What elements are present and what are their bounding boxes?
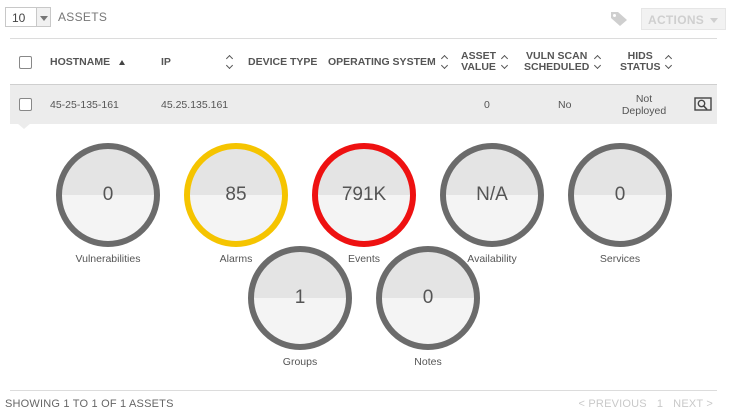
hids-line2: Deployed bbox=[621, 104, 667, 117]
assets-label: ASSETS bbox=[58, 10, 108, 24]
stat-value: 0 bbox=[102, 184, 114, 205]
current-page-number[interactable]: 1 bbox=[657, 398, 663, 410]
sort-icon[interactable] bbox=[500, 54, 509, 70]
chevron-down-icon bbox=[710, 18, 718, 23]
stat-ring: N/A bbox=[440, 143, 544, 247]
actions-label: ACTIONS bbox=[648, 13, 705, 27]
row-expand-pointer bbox=[17, 123, 31, 129]
col-os-label: OPERATING SYSTEM bbox=[328, 55, 436, 68]
toolbar: 10 ASSETS ACTIONS bbox=[0, 0, 731, 38]
select-all-checkbox[interactable] bbox=[19, 55, 32, 69]
page-size-value: 10 bbox=[12, 11, 26, 25]
col-hids-status[interactable]: HIDS STATUS bbox=[620, 39, 673, 85]
cell-hids-status: Not Deployed bbox=[616, 85, 672, 124]
next-page-link[interactable]: NEXT > bbox=[673, 398, 713, 410]
cell-asset-value: 0 bbox=[484, 98, 490, 111]
col-hids-line2: STATUS bbox=[620, 61, 661, 73]
stat-label: Groups bbox=[282, 356, 318, 368]
col-device-type[interactable]: DEVICE TYPE bbox=[248, 39, 317, 85]
stat-value: 1 bbox=[294, 287, 306, 308]
sort-icon[interactable] bbox=[665, 54, 673, 70]
stat-services[interactable]: 0 Services bbox=[568, 143, 672, 265]
row-checkbox[interactable] bbox=[19, 98, 32, 111]
stat-alarms[interactable]: 85 Alarms bbox=[184, 143, 288, 265]
stat-value: 791K bbox=[341, 184, 387, 205]
asset-details-icon[interactable] bbox=[694, 97, 712, 112]
stat-ring: 0 bbox=[376, 246, 480, 350]
col-asset-value[interactable]: ASSET VALUE bbox=[461, 39, 509, 85]
stat-events[interactable]: 791K Events bbox=[312, 143, 416, 265]
col-vuln-scan-label: VULN SCAN SCHEDULED bbox=[524, 51, 589, 73]
col-hostname[interactable]: HOSTNAME bbox=[50, 39, 126, 85]
table-row[interactable]: 45-25-135-161 45.25.135.161 0 No Not Depl… bbox=[10, 85, 717, 124]
col-vuln-line2: SCHEDULED bbox=[524, 61, 590, 73]
col-ip[interactable]: IP bbox=[161, 39, 233, 85]
col-asset-value-line2: VALUE bbox=[461, 61, 496, 73]
stat-vulnerabilities[interactable]: 0 Vulnerabilities bbox=[56, 143, 160, 265]
page-size-select[interactable]: 10 bbox=[5, 7, 51, 27]
divider bbox=[10, 390, 717, 391]
hids-line1: Not bbox=[635, 92, 653, 105]
row-select-cell bbox=[19, 85, 32, 124]
pagination-summary: SHOWING 1 TO 1 OF 1 ASSETS bbox=[5, 398, 174, 410]
sort-icon[interactable] bbox=[594, 54, 602, 70]
stat-notes[interactable]: 0 Notes bbox=[376, 246, 480, 368]
stat-groups[interactable]: 1 Groups bbox=[248, 246, 352, 368]
col-asset-value-label: ASSET VALUE bbox=[461, 51, 496, 73]
stat-ring: 1 bbox=[248, 246, 352, 350]
cell-vuln-scan: No bbox=[558, 98, 572, 111]
cell-ip: 45.25.135.161 bbox=[161, 98, 229, 111]
stat-availability[interactable]: N/A Availability bbox=[440, 143, 544, 265]
sort-icon[interactable] bbox=[225, 54, 233, 70]
hids-status-text: Not Deployed bbox=[622, 93, 666, 117]
select-all-cell bbox=[19, 39, 32, 85]
stat-ring: 791K bbox=[312, 143, 416, 247]
stat-label: Vulnerabilities bbox=[75, 253, 141, 265]
cell-hostname[interactable]: 45-25-135-161 bbox=[50, 85, 119, 124]
stat-ring: 0 bbox=[568, 143, 672, 247]
actions-button[interactable]: ACTIONS bbox=[641, 8, 726, 30]
col-operating-system[interactable]: OPERATING SYSTEM bbox=[328, 39, 448, 85]
stat-label: Services bbox=[599, 253, 641, 265]
col-hids-label: HIDS STATUS bbox=[620, 51, 660, 73]
stat-value: 0 bbox=[614, 184, 626, 205]
stat-label: Notes bbox=[414, 356, 442, 368]
previous-page-link[interactable]: < PREVIOUS bbox=[579, 398, 647, 410]
stat-value: 85 bbox=[225, 184, 247, 205]
tag-icon[interactable] bbox=[610, 11, 628, 27]
stat-value: 0 bbox=[422, 287, 434, 308]
sort-ascending-icon[interactable] bbox=[119, 59, 126, 65]
col-vuln-scan[interactable]: VULN SCAN SCHEDULED bbox=[524, 39, 602, 85]
asset-details-cell bbox=[694, 85, 712, 124]
stat-ring: 85 bbox=[184, 143, 288, 247]
sort-icon[interactable] bbox=[440, 54, 448, 70]
pagination: < PREVIOUS 1 NEXT > bbox=[579, 398, 713, 410]
col-hostname-label: HOSTNAME bbox=[50, 55, 111, 68]
stat-ring: 0 bbox=[56, 143, 160, 247]
table-header: HOSTNAME IP DEVICE TYPE OPERATING SYSTEM… bbox=[10, 39, 717, 85]
col-device-type-label: DEVICE TYPE bbox=[248, 55, 318, 68]
stat-value: N/A bbox=[476, 184, 508, 205]
chevron-down-icon[interactable] bbox=[36, 8, 50, 26]
col-ip-label: IP bbox=[161, 55, 171, 68]
